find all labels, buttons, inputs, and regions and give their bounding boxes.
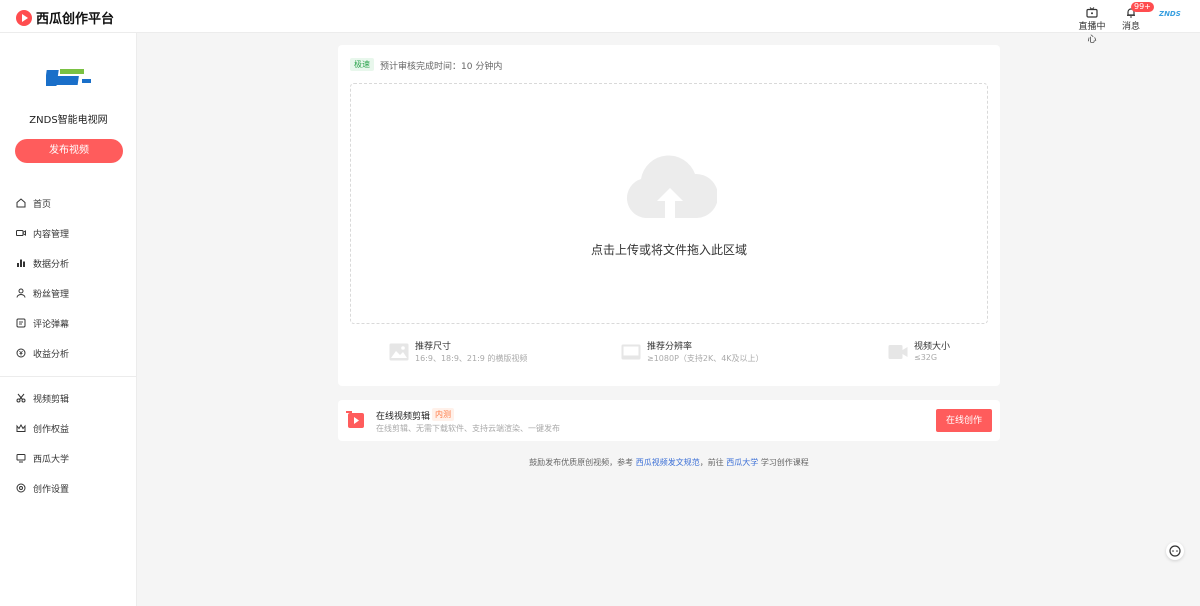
guidelines-link[interactable]: 西瓜视频发文规范 bbox=[636, 458, 700, 467]
nav-item-label: 首页 bbox=[33, 199, 52, 210]
message-count-badge: 99+ bbox=[1131, 2, 1154, 12]
channel-logo-icon bbox=[46, 69, 91, 86]
spec-title: 推荐分辨率 bbox=[647, 342, 693, 352]
settings-icon bbox=[16, 483, 26, 493]
online-create-button[interactable]: 在线创作 bbox=[936, 409, 992, 432]
channel-name: ZNDS智能电视网 bbox=[29, 115, 108, 126]
crown-icon bbox=[16, 423, 26, 432]
editor-desc: 在线剪辑、无需下载软件、支持云端渲染、一键发布 bbox=[376, 424, 560, 433]
nav-item-analytics[interactable]: 数据分析 bbox=[16, 255, 69, 271]
image-icon bbox=[389, 343, 409, 361]
scissors-icon bbox=[16, 393, 26, 403]
nav-item-label: 数据分析 bbox=[33, 259, 70, 270]
chat-float-button[interactable] bbox=[1166, 542, 1184, 560]
review-time-text: 预计审核完成时间：10 分钟内 bbox=[380, 62, 503, 72]
sidebar: ZNDS智能电视网 发布视频 首页 内容管理 数据分析 粉丝管理 评论弹幕 收益… bbox=[0, 33, 137, 606]
coin-icon bbox=[16, 348, 26, 358]
user-icon bbox=[16, 288, 26, 298]
messages-label: 消息 bbox=[1121, 22, 1140, 32]
bar-chart-icon bbox=[17, 259, 25, 267]
spec-desc: 16:9、18:9、21:9 的横版视频 bbox=[415, 354, 528, 363]
home-icon bbox=[16, 198, 26, 208]
footer-middle: ，前往 bbox=[699, 458, 724, 467]
nav-item-video-edit[interactable]: 视频剪辑 bbox=[16, 390, 69, 406]
nav-item-comments[interactable]: 评论弹幕 bbox=[16, 315, 69, 331]
nav-item-label: 视频剪辑 bbox=[33, 394, 70, 405]
university-link[interactable]: 西瓜大学 bbox=[726, 458, 758, 467]
app-logo[interactable]: 西瓜创作平台 bbox=[16, 8, 114, 27]
top-bar: 西瓜创作平台 直播中心 消息 99+ ZNDS bbox=[0, 0, 1200, 45]
nav-item-label: 评论弹幕 bbox=[33, 319, 70, 330]
nav-divider bbox=[0, 376, 137, 377]
nav-item-label: 收益分析 bbox=[33, 349, 70, 360]
spec-desc: ≤32G bbox=[914, 353, 938, 362]
footer-suffix: 学习创作课程 bbox=[760, 458, 809, 467]
speed-tag: 极速 bbox=[350, 58, 374, 71]
video-camera-icon bbox=[16, 230, 26, 236]
nav-item-content[interactable]: 内容管理 bbox=[16, 225, 69, 241]
nav-item-label: 内容管理 bbox=[33, 229, 70, 240]
nav-item-label: 创作权益 bbox=[33, 424, 70, 435]
gb-file-icon bbox=[888, 345, 908, 359]
online-editor-card: 在线视频剪辑 内测 在线剪辑、无需下载软件、支持云端渲染、一键发布 在线创作 bbox=[338, 400, 1000, 441]
screen-icon bbox=[621, 344, 641, 360]
chat-icon bbox=[1169, 545, 1181, 557]
nav-item-rights[interactable]: 创作权益 bbox=[16, 420, 69, 436]
app-title: 西瓜创作平台 bbox=[36, 12, 115, 27]
publish-video-button[interactable]: 发布视频 bbox=[15, 139, 123, 163]
play-logo-icon bbox=[16, 9, 32, 26]
spec-title: 视频大小 bbox=[914, 342, 951, 352]
nav-item-settings[interactable]: 创作设置 bbox=[16, 480, 69, 496]
nav-item-home[interactable]: 首页 bbox=[16, 195, 51, 211]
upload-card: 极速 预计审核完成时间：10 分钟内 点击上传或将文件拖入此区域 推荐尺寸 16… bbox=[338, 45, 1000, 386]
spec-desc: ≥1080P（支持2K、4K及以上） bbox=[647, 354, 764, 363]
nav-item-fans[interactable]: 粉丝管理 bbox=[16, 285, 69, 301]
footer-note: 鼓励发布优质原创视频，参考 西瓜视频发文规范，前往 西瓜大学 学习创作课程 bbox=[0, 457, 1200, 468]
video-edit-icon bbox=[346, 411, 364, 428]
dropzone-text: 点击上传或将文件拖入此区域 bbox=[590, 243, 747, 257]
footer-prefix: 鼓励发布优质原创视频，参考 bbox=[529, 458, 634, 467]
cloud-upload-icon bbox=[626, 155, 717, 218]
live-center-label: 直播中心 bbox=[1078, 22, 1106, 45]
spec-title: 推荐尺寸 bbox=[415, 342, 452, 352]
comment-icon bbox=[16, 318, 26, 328]
tv-icon bbox=[1086, 7, 1098, 18]
nav-item-revenue[interactable]: 收益分析 bbox=[16, 345, 69, 361]
nav-item-label: 创作设置 bbox=[33, 484, 70, 495]
messages-button[interactable]: 消息 99+ bbox=[1115, 2, 1154, 32]
beta-tag: 内测 bbox=[432, 408, 454, 421]
editor-title: 在线视频剪辑 bbox=[376, 412, 431, 422]
upload-dropzone[interactable]: 点击上传或将文件拖入此区域 bbox=[350, 83, 988, 324]
live-center-button[interactable]: 直播中心 bbox=[1076, 7, 1108, 45]
user-avatar[interactable]: ZNDS bbox=[1159, 10, 1181, 24]
nav-item-label: 粉丝管理 bbox=[33, 289, 70, 300]
